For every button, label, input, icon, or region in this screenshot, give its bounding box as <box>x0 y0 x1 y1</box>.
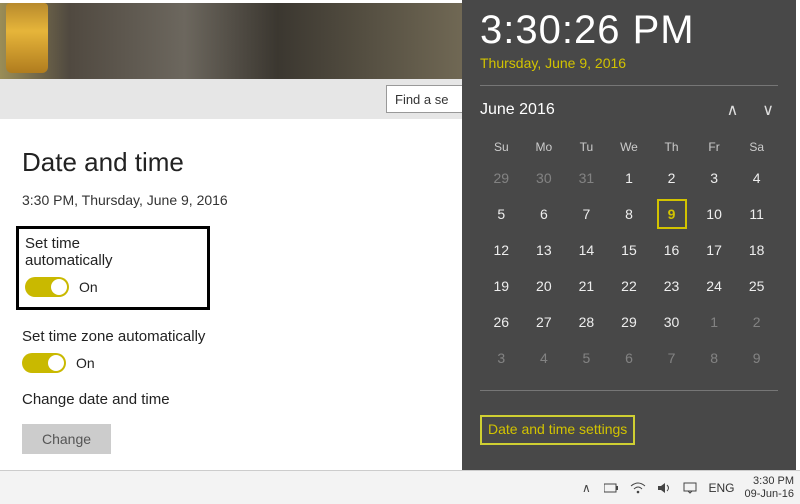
calendar-day[interactable]: 5 <box>480 196 523 232</box>
calendar-day[interactable]: 29 <box>608 304 651 340</box>
calendar-day[interactable]: 7 <box>650 340 693 376</box>
calendar-day[interactable]: 15 <box>608 232 651 268</box>
set-time-auto-toggle[interactable] <box>25 277 69 297</box>
set-tz-auto-label: Set time zone automatically <box>22 328 440 345</box>
calendar-day[interactable]: 12 <box>480 232 523 268</box>
calendar-month-label[interactable]: June 2016 <box>480 101 555 119</box>
taskbar-clock[interactable]: 3:30 PM 09-Jun-16 <box>744 475 794 499</box>
calendar-day[interactable]: 29 <box>480 160 523 196</box>
power-icon[interactable] <box>604 480 620 496</box>
calendar-day[interactable]: 4 <box>735 160 778 196</box>
calendar-dow-header: Su <box>480 134 523 160</box>
calendar-day[interactable]: 3 <box>693 160 736 196</box>
calendar-day[interactable]: 6 <box>523 196 566 232</box>
calendar-day[interactable]: 21 <box>565 268 608 304</box>
calendar-day[interactable]: 23 <box>650 268 693 304</box>
change-datetime-label: Change date and time <box>22 391 440 408</box>
calendar-next-icon[interactable]: ∨ <box>758 96 778 124</box>
set-tz-auto-group: Set time zone automatically On <box>22 328 440 373</box>
action-center-icon[interactable] <box>682 480 698 496</box>
calendar-day[interactable]: 1 <box>693 304 736 340</box>
clock-calendar-flyout: 3:30:26 PM Thursday, June 9, 2016 June 2… <box>462 0 796 470</box>
calendar-day[interactable]: 13 <box>523 232 566 268</box>
calendar-day[interactable]: 24 <box>693 268 736 304</box>
calendar-day[interactable]: 30 <box>523 160 566 196</box>
calendar-day[interactable]: 10 <box>693 196 736 232</box>
set-tz-auto-state: On <box>76 355 95 371</box>
calendar-day[interactable]: 5 <box>565 340 608 376</box>
settings-pane: Find a se Date and time 3:30 PM, Thursda… <box>0 0 462 504</box>
calendar-day[interactable]: 20 <box>523 268 566 304</box>
calendar-day[interactable]: 2 <box>735 304 778 340</box>
calendar-grid: SuMoTuWeThFrSa 2930311234567891011121314… <box>480 134 778 376</box>
calendar-day[interactable]: 26 <box>480 304 523 340</box>
taskbar: ENG 3:30 PM 09-Jun-16 <box>0 470 800 504</box>
volume-icon[interactable] <box>656 480 672 496</box>
page-title: Date and time <box>22 147 440 178</box>
calendar-day[interactable]: 1 <box>608 160 651 196</box>
flyout-date: Thursday, June 9, 2016 <box>480 55 778 71</box>
calendar-dow-header: Tu <box>565 134 608 160</box>
calendar-day[interactable]: 22 <box>608 268 651 304</box>
change-button[interactable]: Change <box>22 424 111 454</box>
calendar-day[interactable]: 8 <box>608 196 651 232</box>
calendar-day[interactable]: 14 <box>565 232 608 268</box>
settings-content: Date and time 3:30 PM, Thursday, June 9,… <box>0 119 462 454</box>
datetime-settings-link[interactable]: Date and time settings <box>488 421 627 437</box>
datetime-settings-link-highlight: Date and time settings <box>480 415 635 445</box>
wifi-icon[interactable] <box>630 480 646 496</box>
set-tz-auto-toggle[interactable] <box>22 353 66 373</box>
calendar-day[interactable]: 19 <box>480 268 523 304</box>
language-indicator[interactable]: ENG <box>708 481 734 495</box>
calendar-day[interactable]: 27 <box>523 304 566 340</box>
current-datetime-text: 3:30 PM, Thursday, June 9, 2016 <box>22 192 440 208</box>
flyout-divider-2 <box>480 390 778 391</box>
desktop-wallpaper-strip <box>0 3 462 79</box>
settings-search-row: Find a se <box>0 79 462 119</box>
calendar-dow-header: Mo <box>523 134 566 160</box>
flyout-divider <box>480 85 778 86</box>
tray-chevron-icon[interactable] <box>578 480 594 496</box>
calendar-day[interactable]: 7 <box>565 196 608 232</box>
settings-search-input[interactable]: Find a se <box>386 85 462 113</box>
set-time-auto-label: Set time automatically <box>25 235 171 269</box>
calendar-day[interactable]: 2 <box>650 160 693 196</box>
calendar-day[interactable]: 31 <box>565 160 608 196</box>
calendar-dow-header: We <box>608 134 651 160</box>
wallpaper-glass <box>6 3 48 73</box>
calendar-day[interactable]: 16 <box>650 232 693 268</box>
set-time-auto-group: Set time automatically On <box>16 226 210 310</box>
flyout-time: 3:30:26 PM <box>480 8 778 53</box>
calendar-day[interactable]: 4 <box>523 340 566 376</box>
calendar-dow-header: Sa <box>735 134 778 160</box>
set-time-auto-state: On <box>79 279 98 295</box>
taskbar-clock-time: 3:30 PM <box>744 475 794 487</box>
taskbar-clock-date: 09-Jun-16 <box>744 488 794 500</box>
calendar-day[interactable]: 11 <box>735 196 778 232</box>
calendar-day[interactable]: 6 <box>608 340 651 376</box>
calendar-dow-header: Fr <box>693 134 736 160</box>
calendar-day[interactable]: 30 <box>650 304 693 340</box>
system-tray: ENG 3:30 PM 09-Jun-16 <box>578 475 794 499</box>
calendar-prev-icon[interactable]: ∧ <box>723 96 743 124</box>
calendar-day[interactable]: 28 <box>565 304 608 340</box>
calendar-day[interactable]: 3 <box>480 340 523 376</box>
change-datetime-group: Change date and time Change <box>22 391 440 454</box>
calendar-day[interactable]: 18 <box>735 232 778 268</box>
calendar-day[interactable]: 8 <box>693 340 736 376</box>
calendar-day[interactable]: 9 <box>650 196 693 232</box>
calendar-day[interactable]: 17 <box>693 232 736 268</box>
calendar-month-row: June 2016 ∧ ∨ <box>480 96 778 124</box>
calendar-day[interactable]: 9 <box>735 340 778 376</box>
calendar-day[interactable]: 25 <box>735 268 778 304</box>
calendar-dow-header: Th <box>650 134 693 160</box>
